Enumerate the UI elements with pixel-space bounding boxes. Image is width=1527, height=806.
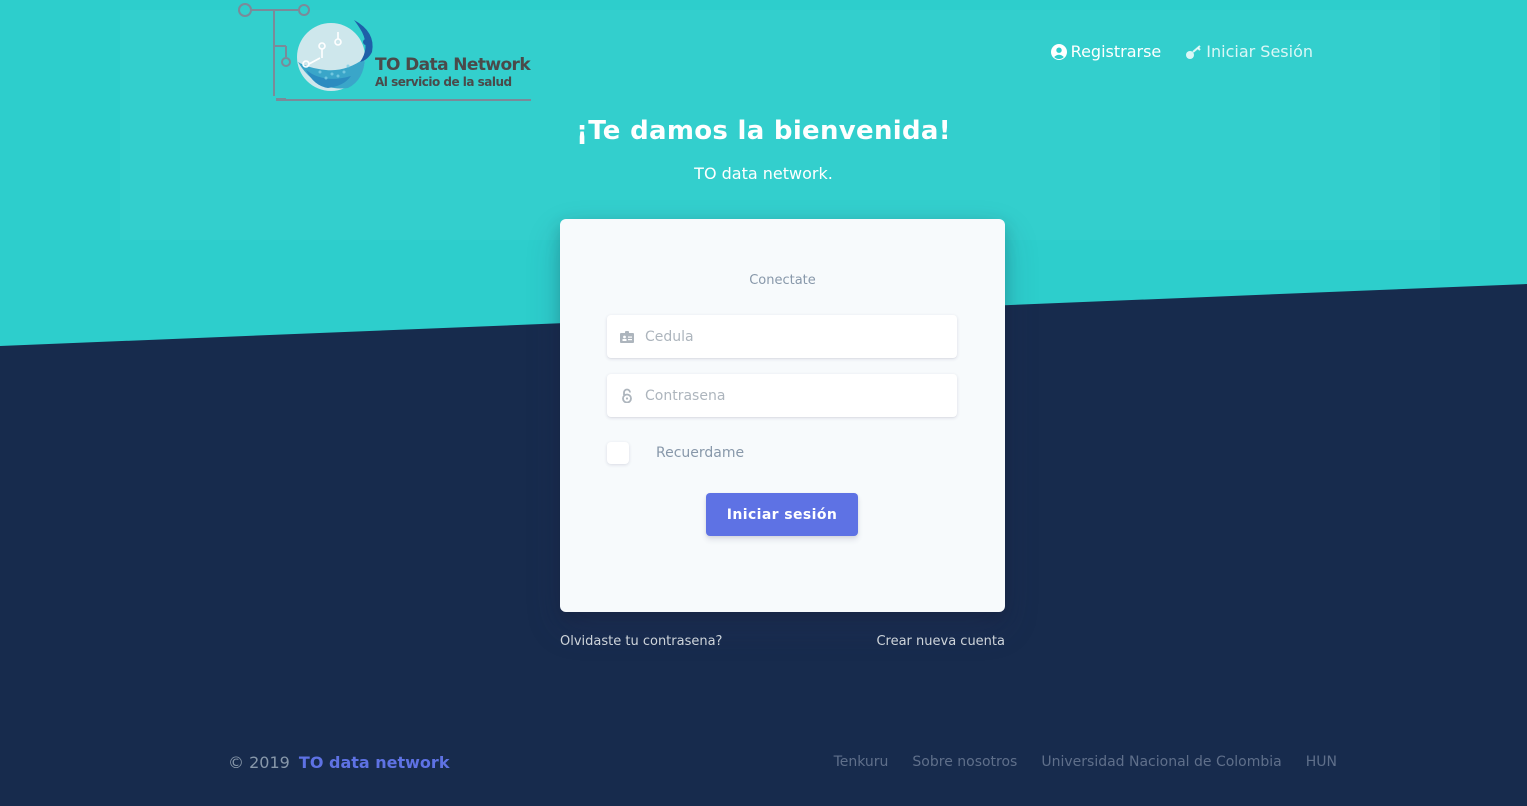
footer-link-tenkuru[interactable]: Tenkuru [834,754,889,770]
copyright-year: © 2019 [228,753,290,772]
remember-checkbox[interactable] [607,442,629,464]
footer-link-hun[interactable]: HUN [1306,754,1337,770]
footer-links: Tenkuru Sobre nosotros Universidad Nacio… [834,754,1337,770]
cedula-field[interactable] [607,315,957,358]
cedula-input[interactable] [645,315,957,358]
brand-logo[interactable]: TO Data Network Al servicio de la salud [236,0,536,104]
register-label: Registrarse [1070,42,1162,61]
password-field[interactable] [607,374,957,417]
logo-underline [276,99,531,101]
login-label: Iniciar Sesión [1206,42,1313,61]
user-circle-icon [1050,43,1067,60]
register-link[interactable]: Registrarse [1050,42,1162,61]
create-account-link[interactable]: Crear nueva cuenta [876,634,1005,649]
card-links: Olvidaste tu contrasena? Crear nueva cue… [560,634,1005,649]
footer-link-about[interactable]: Sobre nosotros [912,754,1017,770]
password-input[interactable] [645,374,957,417]
logo-subtitle: Al servicio de la salud [375,75,512,89]
welcome-title: ¡Te damos la bienvenida! [576,116,951,146]
remember-me[interactable]: Recuerdame [607,442,744,464]
login-card-title: Conectate [749,273,816,288]
lock-icon [607,388,645,403]
copyright-brand-link[interactable]: TO data network [299,753,450,772]
logo-title: TO Data Network [375,55,531,75]
welcome-subtitle: TO data network. [694,164,833,183]
remember-label: Recuerdame [656,445,745,461]
copyright: © 2019 TO data network [228,753,449,772]
id-card-icon [607,330,645,343]
login-card: Conectate Cedula Recuerdame Iniciar sesi… [560,219,1005,612]
footer-link-university[interactable]: Universidad Nacional de Colombia [1041,754,1281,770]
top-nav: Registrarse Iniciar Sesión [1050,42,1313,61]
login-link[interactable]: Iniciar Sesión [1185,42,1313,61]
login-page: TO Data Network Al servicio de la salud … [0,0,1527,806]
submit-button[interactable]: Iniciar sesión [706,493,858,536]
key-icon [1186,44,1201,59]
forgot-password-link[interactable]: Olvidaste tu contrasena? [560,634,722,649]
